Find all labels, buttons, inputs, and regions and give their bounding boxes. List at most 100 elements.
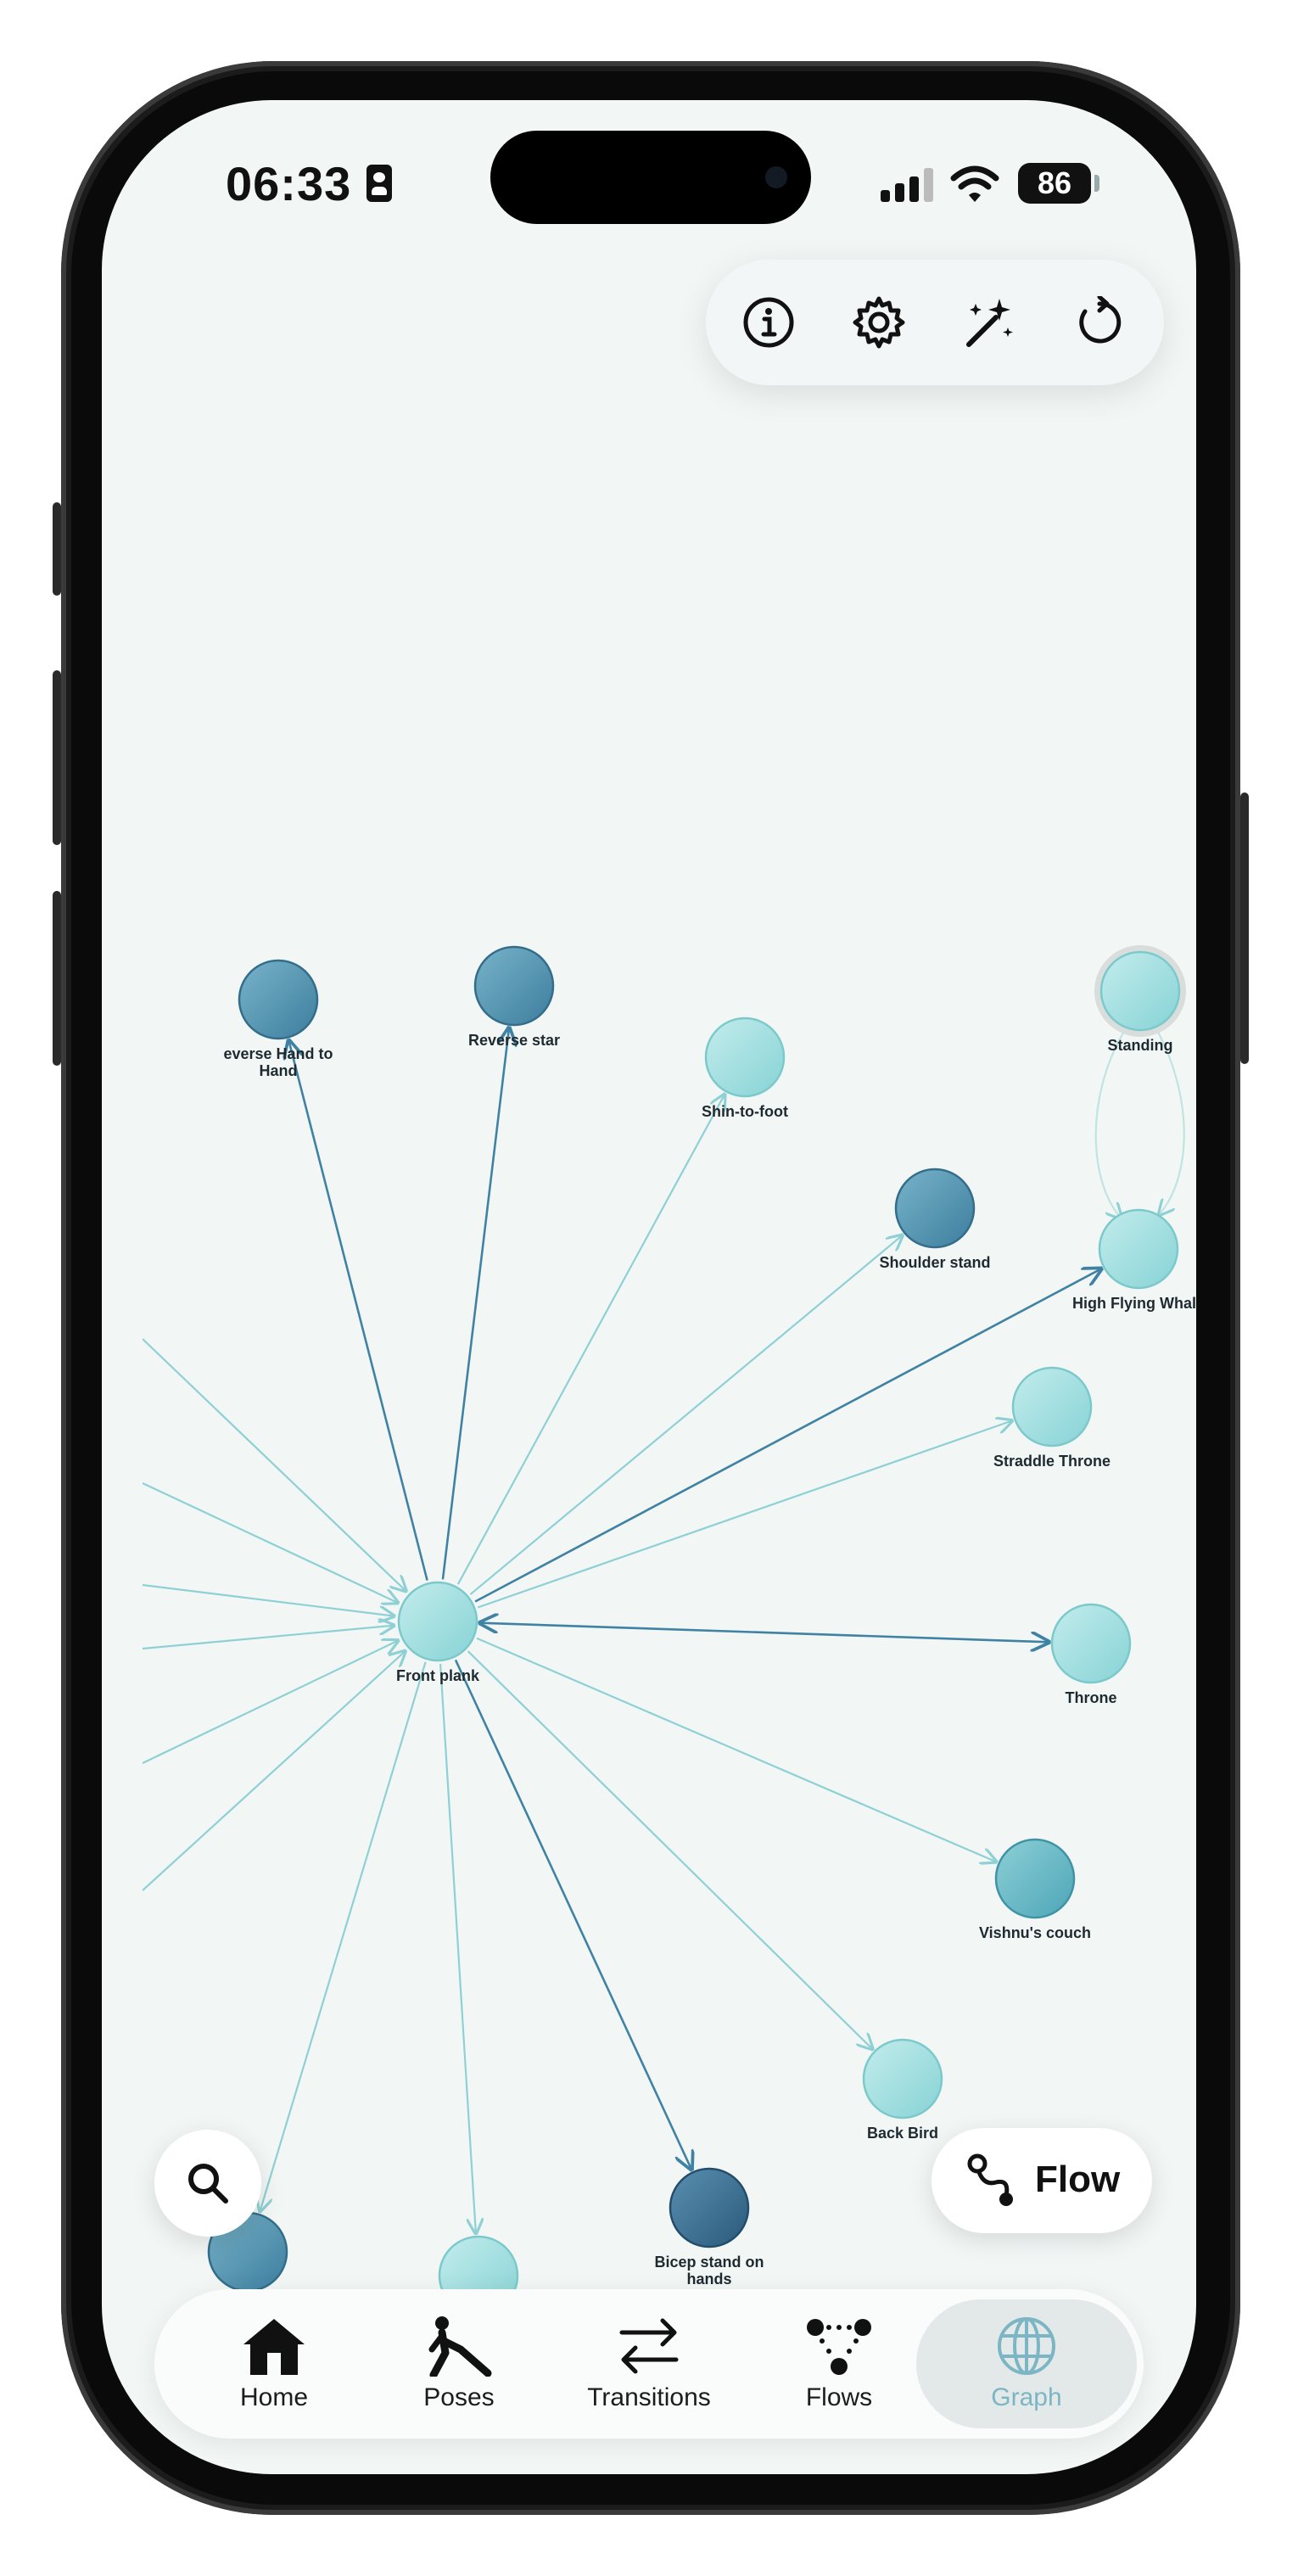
edge-front-plank-back-bird [467, 1650, 873, 2049]
search-icon [188, 2164, 228, 2204]
edge-front-plank-hand-partial [260, 1661, 427, 2211]
info-icon [743, 297, 794, 348]
graph-node-circle [894, 1168, 976, 1249]
edge-offscreen-5 [143, 1651, 406, 1891]
graph-node-label: Shoulder stand [879, 1254, 990, 1271]
graph-node-shin-to-foot[interactable]: Shin-to-foot [702, 1016, 788, 1120]
battery-tip [1094, 175, 1099, 192]
contact-card-icon [366, 165, 392, 202]
magic-wand-icon [966, 299, 1013, 347]
edge-front-plank-throne [480, 1623, 1049, 1643]
route-icon [967, 2153, 1013, 2206]
graph-toolbar [706, 260, 1164, 385]
auto-layout-button[interactable] [955, 288, 1023, 356]
graph-node-circle [238, 959, 319, 1040]
tab-poses[interactable]: Poses [363, 2289, 555, 2439]
edge-offscreen-2 [143, 1583, 394, 1616]
graph-node-label: Throne [1066, 1689, 1117, 1706]
graph-node-circle [473, 945, 555, 1027]
graph-node-label: Reverse star [468, 1032, 560, 1049]
graph-node-bicep-stand-on-hands[interactable]: Bicep stand onhands [654, 2167, 764, 2288]
graph-node-reverse-hand-to-hand[interactable]: everse Hand toHand [223, 959, 333, 1079]
graph-node-circle [397, 1581, 478, 1662]
graph-node-label: Back Bird [867, 2125, 938, 2142]
wifi-icon [950, 165, 999, 202]
graph-node-label: High Flying Whale [1072, 1295, 1196, 1312]
tab-flows[interactable]: Flows [743, 2289, 935, 2439]
flow-button[interactable]: Flow [932, 2128, 1152, 2233]
graph-node-reverse-star[interactable]: Reverse star [468, 945, 560, 1049]
graph-node-circle [1050, 1603, 1132, 1684]
graph-node-circle [669, 2167, 750, 2248]
graph-node-front-plank[interactable]: Front plank [396, 1581, 480, 1684]
tab-bar: Home Poses Transitions Flows Graph [154, 2289, 1144, 2439]
tab-graph[interactable]: Graph [916, 2299, 1137, 2428]
battery-icon: 86 [1018, 163, 1091, 204]
edge-front-plank-bicep-stand-on-hands [454, 1659, 691, 2169]
dynamic-island [490, 131, 811, 224]
graph-node-label: hands [686, 2271, 731, 2288]
edge-front-plank-high-flying-whale [474, 1268, 1101, 1603]
graph-node-label: Standing [1108, 1037, 1173, 1054]
graph-node-throne[interactable]: Throne [1050, 1603, 1132, 1706]
edge-offscreen-0 [143, 1338, 406, 1591]
tab-poses-label: Poses [423, 2383, 495, 2411]
globe-icon [998, 2317, 1055, 2375]
edge-offscreen-4 [143, 1640, 398, 1764]
graph-node-circle [862, 2038, 943, 2120]
signal-icon [881, 168, 935, 202]
graph-node-circle [704, 1016, 786, 1098]
graph-node-label: Straddle Throne [993, 1453, 1111, 1470]
tab-home[interactable]: Home [178, 2289, 370, 2439]
graph-node-shoulder-stand[interactable]: Shoulder stand [879, 1168, 991, 1271]
graph-node-circle [994, 1838, 1076, 1919]
reset-icon [1079, 296, 1122, 344]
tab-flows-label: Flows [805, 2383, 873, 2411]
power-button [1240, 792, 1249, 1064]
status-time: 06:33 [226, 157, 352, 210]
info-button[interactable] [735, 288, 803, 356]
arrows-swap-icon [619, 2318, 679, 2374]
graph-node-circle [1011, 1366, 1093, 1448]
graph-node-label: Bicep stand on [654, 2254, 764, 2271]
graph-node-label: everse Hand to [223, 1045, 333, 1062]
edge-front-plank-vishnus-couch [476, 1637, 996, 1862]
tab-graph-label: Graph [991, 2383, 1062, 2411]
front-camera [765, 166, 787, 188]
edge-standing-whale [1094, 1029, 1126, 1218]
settings-button[interactable] [845, 288, 913, 356]
edge-offscreen-3 [143, 1626, 394, 1650]
tab-transitions-label: Transitions [587, 2383, 711, 2411]
edge-offscreen-1 [143, 1482, 398, 1603]
edge-front-plank-straddle-throne [477, 1420, 1012, 1609]
graph-node-label: Shin-to-foot [702, 1103, 788, 1120]
pose-figure-icon [428, 2316, 492, 2377]
reset-button[interactable] [1066, 288, 1133, 356]
edge-whale-standing [1157, 1029, 1185, 1215]
graph-node-straddle-throne[interactable]: Straddle Throne [993, 1366, 1111, 1470]
volume-down-button [53, 891, 61, 1066]
gear-icon [853, 296, 905, 349]
app-screen: 06:33 86 everse Hand to Hand Reverse sta… [102, 100, 1196, 2474]
graph-node-label: Hand [260, 1062, 298, 1079]
graph-node-back-bird[interactable]: Back Bird [862, 2038, 943, 2142]
graph-node-label: Front plank [396, 1667, 480, 1684]
flow-nodes-icon [807, 2319, 871, 2375]
graph-node-label: Vishnu's couch [979, 1924, 1091, 1941]
graph-node-vishnus-couch[interactable]: Vishnu's couch [979, 1838, 1091, 1941]
graph-node-circle [1098, 1208, 1179, 1290]
silent-switch [53, 502, 61, 596]
house-icon [243, 2319, 305, 2375]
volume-up-button [53, 670, 61, 845]
search-button[interactable] [154, 2130, 261, 2237]
flow-button-label: Flow [1035, 2159, 1121, 2200]
tab-transitions[interactable]: Transitions [553, 2289, 745, 2439]
graph-node-standing[interactable]: Standing [1094, 945, 1186, 1054]
tab-home-label: Home [239, 2383, 309, 2411]
graph-node-circle [1099, 950, 1181, 1032]
edge-front-plank-bird [439, 1663, 476, 2233]
edge-front-plank-reverse-star [441, 1028, 509, 1580]
edge-front-plank-shin-to-foot [456, 1095, 725, 1585]
edge-front-plank-shoulder-stand [469, 1235, 902, 1595]
graph-node-high-flying-whale[interactable]: High Flying Whale [1072, 1208, 1196, 1312]
